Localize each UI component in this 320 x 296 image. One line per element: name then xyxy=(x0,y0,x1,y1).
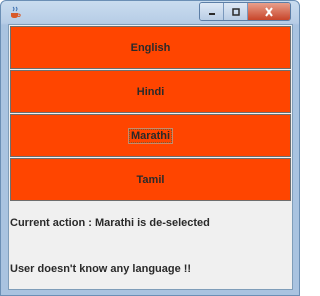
current-action-label: Current action : Marathi is de-selected xyxy=(10,217,210,229)
maximize-icon[interactable] xyxy=(224,3,248,20)
content-pane: English Hindi Marathi Tamil Current acti… xyxy=(8,24,293,290)
app-window: English Hindi Marathi Tamil Current acti… xyxy=(0,0,300,296)
english-button-label: English xyxy=(130,41,171,54)
english-button[interactable]: English xyxy=(10,26,291,69)
java-cup-icon xyxy=(8,5,22,19)
hindi-button[interactable]: Hindi xyxy=(10,70,291,113)
marathi-button[interactable]: Marathi xyxy=(10,114,291,157)
hindi-button-label: Hindi xyxy=(136,85,165,98)
tamil-button[interactable]: Tamil xyxy=(10,158,291,201)
language-summary-label: User doesn't know any language !! xyxy=(10,263,192,275)
minimize-icon[interactable] xyxy=(200,3,224,20)
title-bar[interactable] xyxy=(1,1,299,23)
window-controls xyxy=(199,2,291,21)
close-icon[interactable] xyxy=(248,3,290,20)
marathi-button-label: Marathi xyxy=(127,127,174,144)
tamil-button-label: Tamil xyxy=(136,173,165,186)
